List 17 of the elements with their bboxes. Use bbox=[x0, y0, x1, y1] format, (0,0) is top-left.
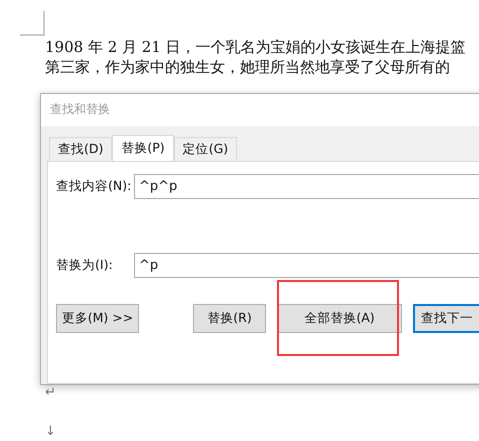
tab[interactable]: 替换(P) bbox=[112, 134, 174, 162]
paragraph-mark: ↓ bbox=[45, 424, 57, 440]
dialog-button[interactable]: 更多(M) >> bbox=[56, 304, 139, 333]
input-field[interactable]: ^p bbox=[134, 252, 479, 278]
paragraph-line: 第三家，作为家中的独生女，她理所当然地享受了父母所有的 bbox=[45, 57, 451, 77]
input-field[interactable]: ^p^p bbox=[134, 174, 479, 199]
tab[interactable]: 查找(D) bbox=[49, 136, 112, 161]
field-label: 查找内容(N): bbox=[56, 178, 132, 195]
dialog-button[interactable]: 替换(R) bbox=[193, 304, 266, 333]
dialog-button[interactable]: 查找下一 bbox=[413, 304, 479, 333]
dialog-title: 查找和替换 bbox=[41, 94, 479, 126]
paragraph-mark: ↵ bbox=[45, 385, 57, 401]
tab[interactable]: 定位(G) bbox=[174, 136, 238, 161]
crop-mark-icon bbox=[20, 11, 45, 36]
field-label: 替换为(I): bbox=[56, 256, 114, 274]
paragraph-line: 1908 年 2 月 21 日，一个乳名为宝娟的小女孩诞生在上海提篮 bbox=[45, 37, 467, 57]
dialog-button[interactable]: 全部替换(A) bbox=[277, 304, 402, 333]
